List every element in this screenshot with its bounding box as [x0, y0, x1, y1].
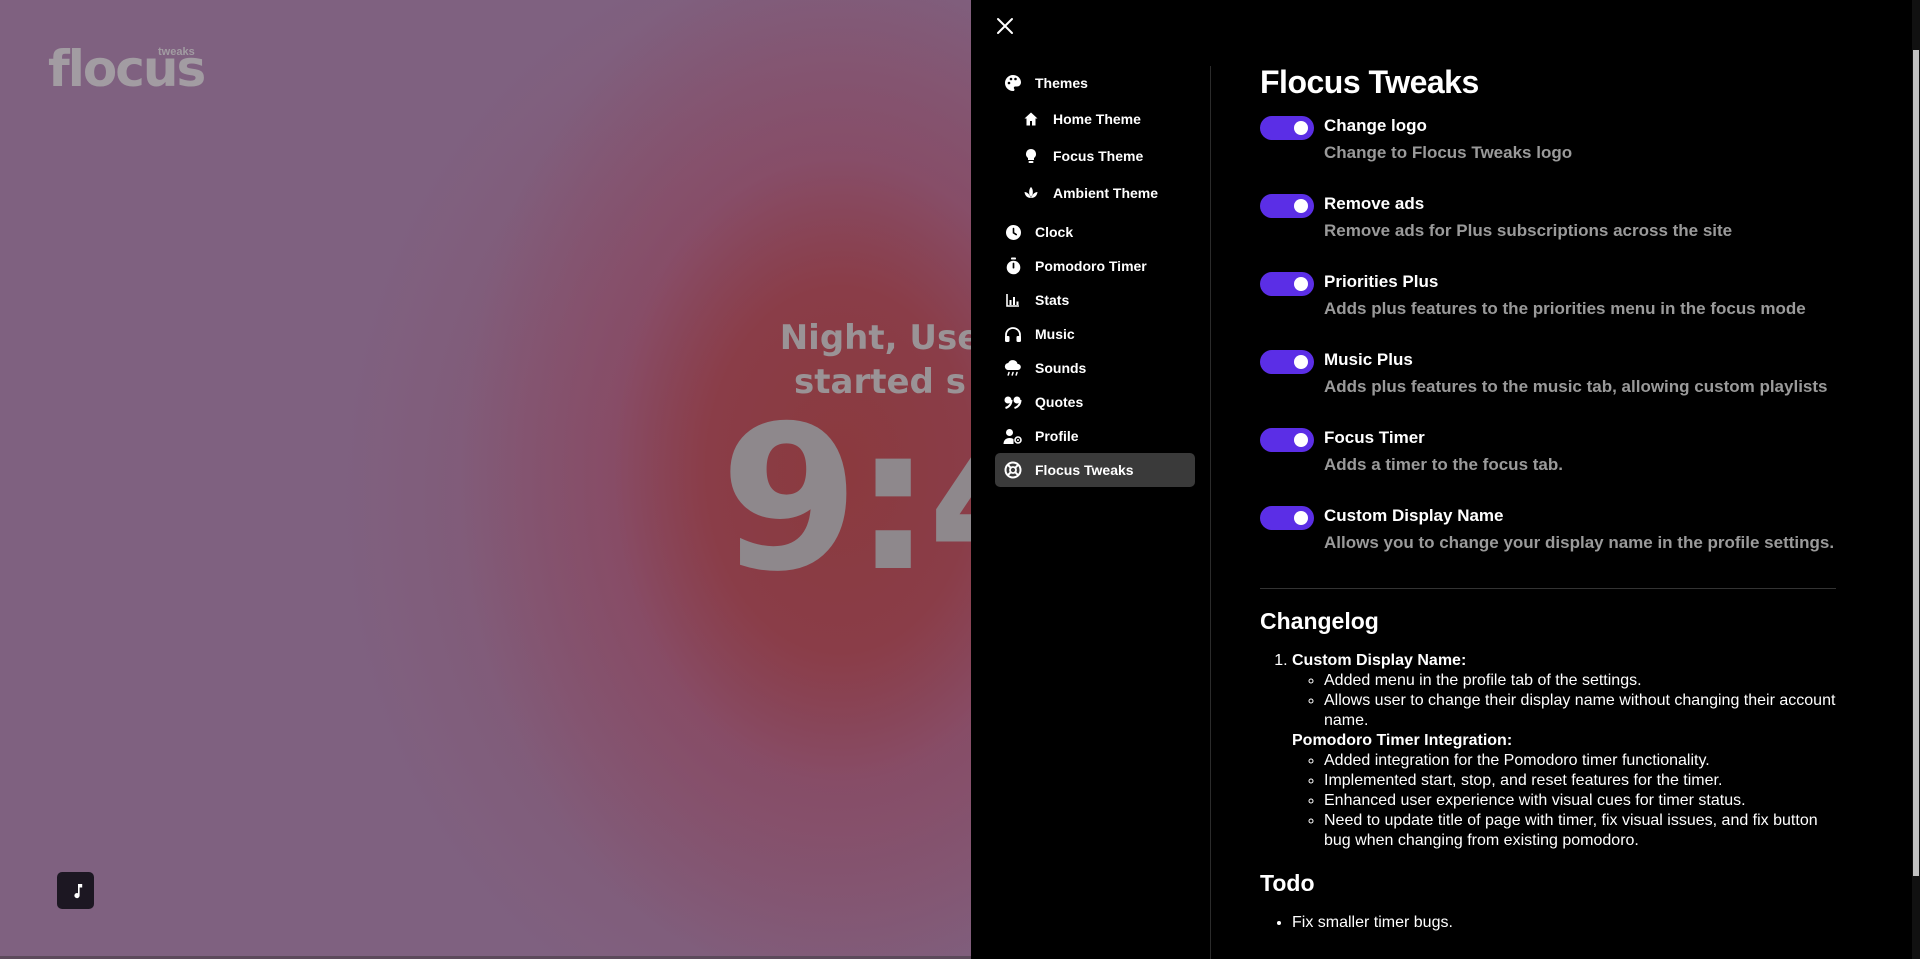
- palette-icon: [1003, 73, 1023, 93]
- sidebar-item-label: Home Theme: [1053, 110, 1141, 127]
- tweak-title: Focus Timer: [1324, 428, 1425, 447]
- close-icon: [997, 18, 1013, 34]
- sidebar-item-label: Profile: [1035, 428, 1079, 444]
- sidebar-item-pomodoro-timer[interactable]: Pomodoro Timer: [995, 249, 1195, 283]
- changelog-section-title: Pomodoro Timer Integration:: [1292, 732, 1513, 749]
- sidebar-item-ambient-theme[interactable]: Ambient Theme: [995, 174, 1195, 211]
- scrollbar-thumb[interactable]: [1913, 50, 1919, 876]
- tweak-title: Priorities Plus: [1324, 272, 1439, 291]
- sidebar-item-label: Pomodoro Timer: [1035, 258, 1147, 274]
- flocus-logo[interactable]: flocus tweaks: [48, 44, 206, 94]
- tweak-description: Adds plus features to the priorities men…: [1324, 299, 1806, 318]
- list-item: Implemented start, stop, and reset featu…: [1324, 771, 1840, 791]
- changelog-heading: Changelog: [1260, 608, 1379, 634]
- list-item: Need to update title of page with timer,…: [1324, 811, 1840, 851]
- sidebar-item-label: Quotes: [1035, 394, 1084, 410]
- sidebar-item-clock[interactable]: Clock: [995, 215, 1195, 249]
- changelog-section-title: Custom Display Name:: [1292, 652, 1467, 669]
- changelog-items: Added menu in the profile tab of the set…: [1292, 671, 1840, 731]
- bar-chart-icon: [1003, 290, 1023, 310]
- toggle-knob: [1294, 433, 1308, 447]
- sidebar-item-label: Focus Theme: [1053, 147, 1144, 164]
- tweak-description: Remove ads for Plus subscriptions across…: [1324, 221, 1733, 240]
- tweak-description: Adds plus features to the music tab, all…: [1324, 377, 1828, 396]
- tweak-toggle[interactable]: [1260, 194, 1314, 218]
- tweak-remove-ads: Remove ads Remove ads for Plus subscript…: [1260, 192, 1840, 246]
- changelog-items: Added integration for the Pomodoro timer…: [1292, 751, 1840, 851]
- settings-panel: Themes Home Theme Focus Theme Ambient Th…: [971, 0, 1920, 959]
- sidebar-item-quotes[interactable]: Quotes: [995, 385, 1195, 419]
- sidebar-item-label: Sounds: [1035, 360, 1087, 376]
- tweak-description: Allows you to change your display name i…: [1324, 533, 1835, 552]
- toggle-knob: [1294, 121, 1308, 135]
- tweak-title: Music Plus: [1324, 350, 1413, 369]
- tweak-description: Change to Flocus Tweaks logo: [1324, 143, 1573, 162]
- changelog-list: Custom Display Name: Added menu in the p…: [1260, 651, 1840, 851]
- settings-sidebar: Themes Home Theme Focus Theme Ambient Th…: [995, 66, 1195, 487]
- list-item: Allows user to change their display name…: [1324, 691, 1840, 731]
- toggle-knob: [1294, 511, 1308, 525]
- sidebar-item-music[interactable]: Music: [995, 317, 1195, 351]
- sidebar-item-profile[interactable]: Profile: [995, 419, 1195, 453]
- page-title: Flocus Tweaks: [1260, 64, 1479, 100]
- sidebar-item-label: Ambient Theme: [1053, 184, 1159, 201]
- sidebar-item-home-theme[interactable]: Home Theme: [995, 100, 1195, 137]
- quote-icon: [1003, 392, 1023, 412]
- tweak-toggle[interactable]: [1260, 272, 1314, 296]
- list-item: Added integration for the Pomodoro timer…: [1324, 751, 1840, 771]
- tweak-priorities-plus: Priorities Plus Adds plus features to th…: [1260, 270, 1840, 324]
- toggle-knob: [1294, 199, 1308, 213]
- list-item: Fix smaller timer bugs.: [1292, 913, 1840, 933]
- tweak-title: Change logo: [1324, 116, 1427, 135]
- clock-icon: [1003, 222, 1023, 242]
- music-note-icon: [73, 883, 82, 898]
- sidebar-item-themes[interactable]: Themes: [995, 66, 1195, 100]
- list-item: Enhanced user experience with visual cue…: [1324, 791, 1840, 811]
- tweak-title: Custom Display Name: [1324, 506, 1504, 525]
- stopwatch-icon: [1003, 256, 1023, 276]
- sidebar-item-flocus-tweaks[interactable]: Flocus Tweaks: [995, 453, 1195, 487]
- todo-list: Fix smaller timer bugs.: [1260, 913, 1840, 933]
- tweak-description: Adds a timer to the focus tab.: [1324, 455, 1563, 474]
- sidebar-item-focus-theme[interactable]: Focus Theme: [995, 137, 1195, 174]
- section-divider: [1260, 588, 1836, 589]
- tweak-music-plus: Music Plus Adds plus features to the mus…: [1260, 348, 1840, 402]
- logo-badge: tweaks: [158, 46, 195, 58]
- cloud-rain-icon: [1003, 358, 1023, 378]
- tweak-toggle[interactable]: [1260, 116, 1314, 140]
- sidebar-item-stats[interactable]: Stats: [995, 283, 1195, 317]
- tweak-toggle[interactable]: [1260, 428, 1314, 452]
- tweak-title: Remove ads: [1324, 194, 1425, 213]
- tweak-change-logo: Change logo Change to Flocus Tweaks logo: [1260, 114, 1840, 168]
- sidebar-item-label: Stats: [1035, 292, 1070, 308]
- tweak-focus-timer: Focus Timer Adds a timer to the focus ta…: [1260, 426, 1840, 480]
- sidebar-divider: [1210, 66, 1211, 959]
- toggle-knob: [1294, 355, 1308, 369]
- sidebar-item-sounds[interactable]: Sounds: [995, 351, 1195, 385]
- tweak-toggle[interactable]: [1260, 350, 1314, 374]
- tweaks-content: Flocus Tweaks Change logo Change to Floc…: [1260, 60, 1840, 933]
- tweak-toggle[interactable]: [1260, 506, 1314, 530]
- scrollbar[interactable]: [1912, 0, 1920, 959]
- lightbulb-icon: [1021, 146, 1041, 166]
- headphones-icon: [1003, 324, 1023, 344]
- life-ring-icon: [1003, 460, 1023, 480]
- user-gear-icon: [1003, 426, 1023, 446]
- sidebar-item-label: Music: [1035, 326, 1075, 342]
- sidebar-item-label: Flocus Tweaks: [1035, 462, 1134, 478]
- home-icon: [1021, 109, 1041, 129]
- changelog-entry: Custom Display Name: Added menu in the p…: [1292, 651, 1840, 851]
- music-button[interactable]: [57, 872, 94, 909]
- list-item: Added menu in the profile tab of the set…: [1324, 671, 1840, 691]
- sidebar-item-label: Clock: [1035, 224, 1074, 240]
- sidebar-item-label: Themes: [1035, 75, 1088, 91]
- tweak-custom-display-name: Custom Display Name Allows you to change…: [1260, 504, 1840, 558]
- toggle-knob: [1294, 277, 1308, 291]
- todo-heading: Todo: [1260, 870, 1315, 896]
- close-button[interactable]: [991, 12, 1019, 40]
- lotus-icon: [1021, 183, 1041, 203]
